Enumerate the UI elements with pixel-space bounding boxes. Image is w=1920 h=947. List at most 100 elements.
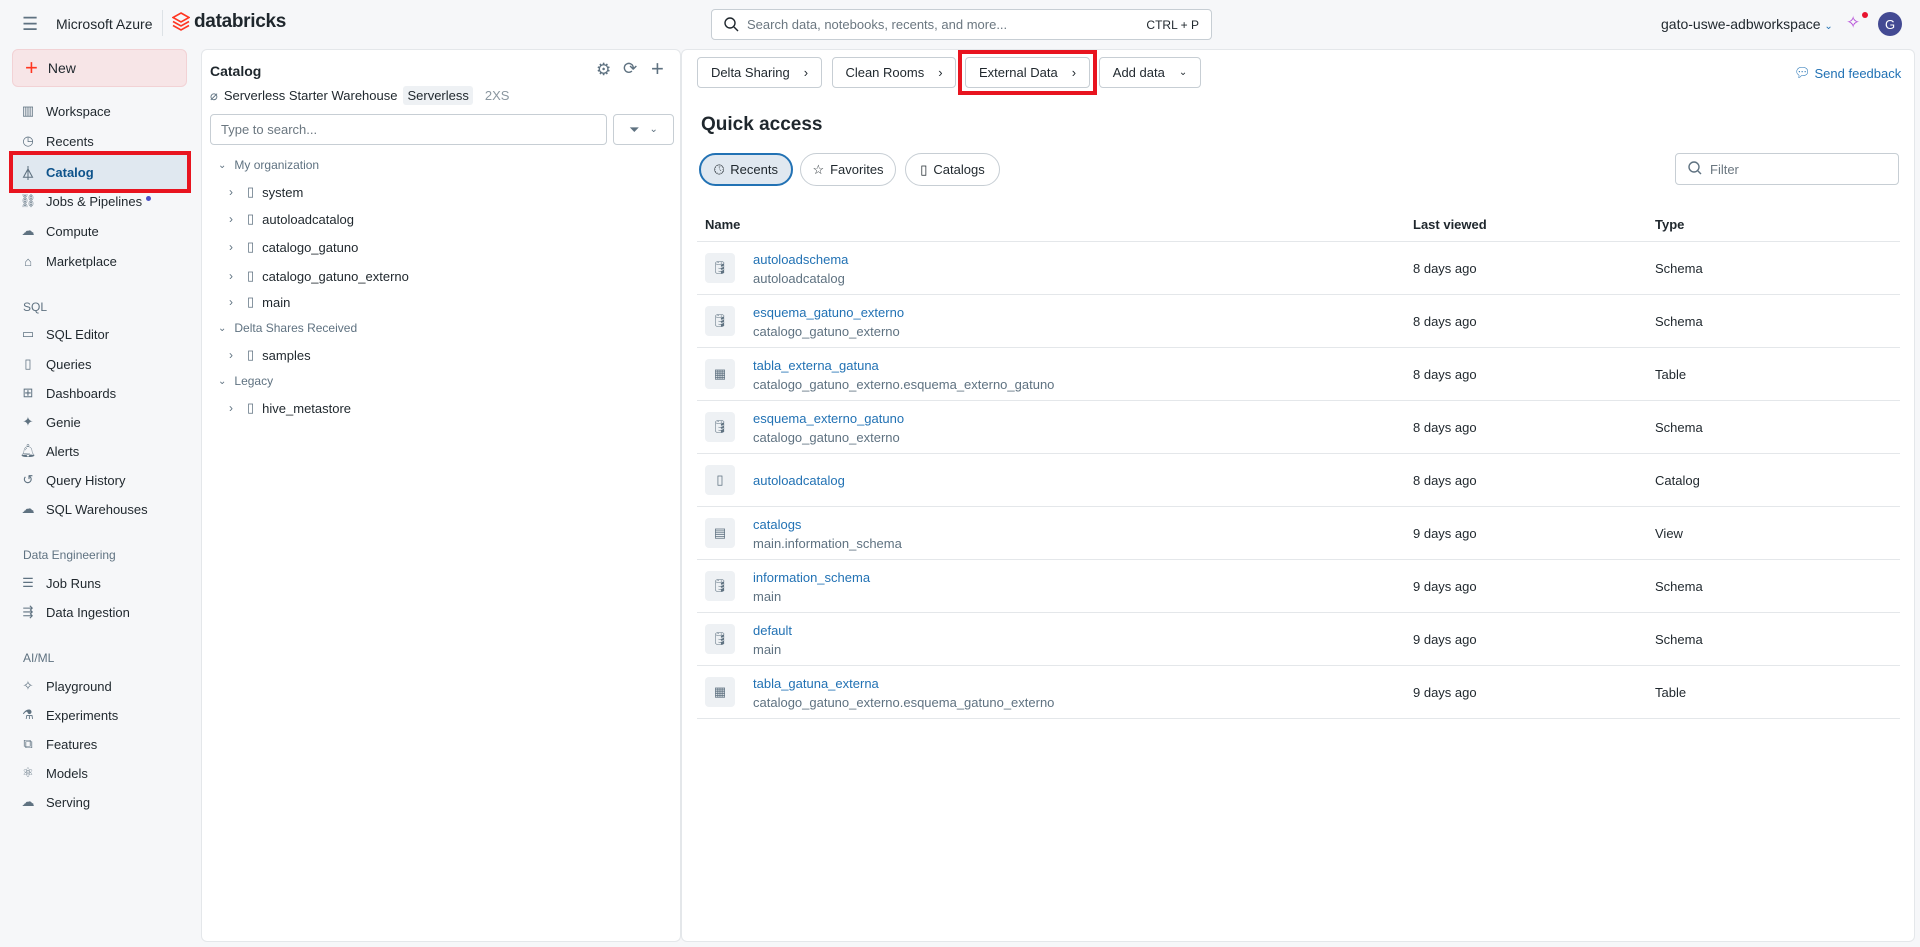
serving-icon: ☁ xyxy=(21,794,35,809)
schema-icon: 🛢︎ xyxy=(705,624,735,654)
row-name-link[interactable]: information_schema xyxy=(753,570,870,585)
section-label-data-engineering: Data Engineering xyxy=(23,548,116,562)
sidebar-item-label: Models xyxy=(46,765,88,781)
sidebar-item-recents[interactable]: ◷ Recents xyxy=(20,127,185,155)
sidebar-item-marketplace[interactable]: ⌂ Marketplace xyxy=(20,247,185,275)
plus-icon[interactable]: + xyxy=(651,56,664,82)
column-type[interactable]: Type xyxy=(1655,217,1684,232)
tree-item-label: system xyxy=(262,184,304,200)
sidebar-item-sql-warehouses[interactable]: ☁ SQL Warehouses xyxy=(20,495,185,523)
row-name-link[interactable]: tabla_gatuna_externa xyxy=(753,676,879,691)
catalog-search-input[interactable]: Type to search... xyxy=(210,114,607,145)
tree-item[interactable]: › ▯ catalogo_gatuno xyxy=(229,239,358,255)
sidebar-item-playground[interactable]: ✧ Playground xyxy=(20,672,185,700)
row-name-link[interactable]: catalogs xyxy=(753,517,801,532)
sidebar-item-alerts[interactable]: 🔔︎ Alerts xyxy=(20,437,185,465)
warehouse-selector[interactable]: ⌀ Serverless Starter Warehouse Serverles… xyxy=(210,86,509,105)
catalog-icon: ▯ xyxy=(247,268,255,283)
table-row[interactable]: 🛢︎ esquema_externo_gatuno catalogo_gatuno_… xyxy=(697,401,1900,454)
catalog-icon: ▯ xyxy=(247,211,255,226)
sidebar-item-job-runs[interactable]: ☰ Job Runs xyxy=(20,569,185,597)
sidebar-item-sql-editor[interactable]: ▭ SQL Editor xyxy=(20,320,185,348)
sidebar-item-workspace[interactable]: ▥ Workspace xyxy=(20,97,185,125)
table-row[interactable]: ▦ tabla_gatuna_externa catalogo_gatuno_ext… xyxy=(697,666,1900,719)
tree-item[interactable]: › ▯ main xyxy=(229,294,290,310)
tab-catalogs[interactable]: ▯ Catalogs xyxy=(905,153,1000,186)
table-row[interactable]: 🛢︎ autoloadschema autoloadcatalog 8 days ag… xyxy=(697,242,1900,295)
delta-sharing-button[interactable]: Delta Sharing › xyxy=(697,57,822,88)
hamburger-menu-icon[interactable]: ☰ xyxy=(22,14,38,35)
search-shortcut: CTRL + P xyxy=(1146,17,1199,32)
global-search-input[interactable]: Search data, notebooks, recents, and mor… xyxy=(711,9,1212,40)
sidebar-item-label: Playground xyxy=(46,678,112,694)
table-row[interactable]: 🛢︎ esquema_gatuno_externo catalogo_gatuno_… xyxy=(697,295,1900,348)
row-type: View xyxy=(1655,526,1683,541)
tab-favorites[interactable]: ☆ Favorites xyxy=(800,153,896,186)
warehouse-size: 2XS xyxy=(484,88,510,103)
gear-icon[interactable]: ⚙ xyxy=(596,60,611,80)
column-last-viewed[interactable]: Last viewed xyxy=(1413,217,1487,232)
row-type: Schema xyxy=(1655,261,1703,276)
databricks-logo-icon[interactable] xyxy=(171,12,191,35)
tree-item[interactable]: › ▯ samples xyxy=(229,347,311,363)
sidebar-item-label: Alerts xyxy=(46,443,80,459)
tree-item[interactable]: › ▯ hive_metastore xyxy=(229,400,351,416)
tree-item-label: catalogo_gatuno xyxy=(262,239,359,255)
table-row[interactable]: 🛢︎ information_schema main 9 days ago Schema xyxy=(697,560,1900,613)
sidebar-item-catalog[interactable]: ⏃ Catalog xyxy=(20,158,185,186)
workspace-switcher[interactable]: gato-uswe-adbworkspace ⌄ xyxy=(1661,16,1833,32)
filter-button[interactable]: ⏷ ⌄ xyxy=(613,114,674,145)
row-last-viewed: 9 days ago xyxy=(1413,632,1477,647)
row-name-link[interactable]: autoloadcatalog xyxy=(753,473,845,488)
row-path: main xyxy=(753,642,782,657)
row-name-link[interactable]: esquema_externo_gatuno xyxy=(753,411,904,426)
table-row[interactable]: ▦ tabla_externa_gatuna catalogo_gatuno_ext… xyxy=(697,348,1900,401)
row-name-link[interactable]: tabla_externa_gatuna xyxy=(753,358,879,373)
chevron-down-icon: ⌄ xyxy=(218,159,227,171)
tree-item-label: main xyxy=(262,294,291,310)
assistant-sparkle-icon[interactable]: ✧ xyxy=(1846,13,1860,33)
column-name[interactable]: Name xyxy=(705,217,740,232)
sidebar-item-label: SQL Editor xyxy=(46,326,110,342)
sidebar-item-jobs-pipelines[interactable]: ⛓ Jobs & Pipelines xyxy=(20,187,185,215)
sidebar-item-compute[interactable]: ☁ Compute xyxy=(20,217,185,245)
row-name-link[interactable]: esquema_gatuno_externo xyxy=(753,305,904,320)
row-type: Schema xyxy=(1655,420,1703,435)
table-row[interactable]: 🛢︎ default main 9 days ago Schema xyxy=(697,613,1900,666)
sidebar-item-dashboards[interactable]: ⊞ Dashboards xyxy=(20,379,185,407)
sidebar-item-features[interactable]: ⧉ Features xyxy=(20,730,185,758)
table-row[interactable]: ▯ autoloadcatalog 8 days ago Catalog xyxy=(697,454,1900,507)
tree-item[interactable]: › ▯ system xyxy=(229,184,303,200)
sidebar-item-label: Marketplace xyxy=(46,253,117,269)
tree-group[interactable]: ⌄ My organization xyxy=(218,158,319,172)
tree-item[interactable]: › ▯ catalogo_gatuno_externo xyxy=(229,268,409,284)
clean-rooms-button[interactable]: Clean Rooms › xyxy=(832,57,956,88)
filter-input[interactable]: Filter xyxy=(1675,153,1899,185)
row-type: Catalog xyxy=(1655,473,1700,488)
row-name-link[interactable]: default xyxy=(753,623,792,638)
new-button[interactable]: + New xyxy=(12,49,187,87)
sidebar-item-experiments[interactable]: ⚗ Experiments xyxy=(20,701,185,729)
label: Add data xyxy=(1112,65,1165,80)
new-label: New xyxy=(47,60,76,76)
row-name-link[interactable]: autoloadschema xyxy=(753,252,848,267)
sidebar-item-query-history[interactable]: ↺ Query History xyxy=(20,466,185,494)
avatar[interactable]: G xyxy=(1878,12,1902,36)
sidebar-item-genie[interactable]: ✦ Genie xyxy=(20,408,185,436)
tree-item[interactable]: › ▯ autoloadcatalog xyxy=(229,211,354,227)
table-row[interactable]: ▤ catalogs main.information_schema 9 days a… xyxy=(697,507,1900,560)
send-feedback-link[interactable]: 💬︎ Send feedback xyxy=(1794,65,1901,81)
refresh-icon[interactable]: ⟳ xyxy=(623,59,637,79)
tab-recents[interactable]: 🕓︎ Recents xyxy=(699,153,793,186)
tree-group[interactable]: ⌄ Delta Shares Received xyxy=(218,321,357,335)
tree-group[interactable]: ⌄ Legacy xyxy=(218,374,273,388)
sidebar-item-models[interactable]: ⚛ Models xyxy=(20,759,185,787)
workspace-icon: ▥ xyxy=(21,103,35,118)
add-data-button[interactable]: Add data ⌄ xyxy=(1099,57,1201,88)
sidebar-item-data-ingestion[interactable]: ⇶ Data Ingestion xyxy=(20,598,185,626)
sidebar-item-serving[interactable]: ☁ Serving xyxy=(20,788,185,816)
tab-label: Recents xyxy=(730,162,778,177)
row-last-viewed: 9 days ago xyxy=(1413,526,1477,541)
chevron-right-icon: › xyxy=(229,348,233,362)
sidebar-item-queries[interactable]: ▯ Queries xyxy=(20,350,185,378)
